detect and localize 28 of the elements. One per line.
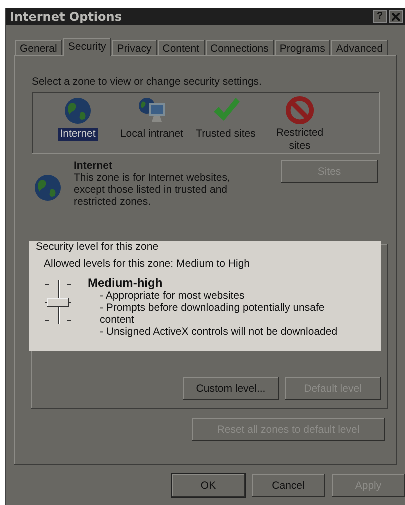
zone-item[interactable]: Restricted sites <box>263 127 337 153</box>
tab[interactable]: Connections <box>206 40 274 55</box>
dialog-button[interactable]: Cancel <box>252 474 325 497</box>
tab[interactable]: Advanced <box>331 40 388 55</box>
globe-icon <box>62 95 94 127</box>
dialog-button[interactable]: OK <box>172 474 245 497</box>
tab[interactable]: General <box>15 40 62 55</box>
allowed-levels: Allowed levels for this zone: Medium to High <box>44 258 252 270</box>
level-description: - Unsigned ActiveX controls will not be downloaded <box>100 326 339 338</box>
tab[interactable]: Security <box>63 38 112 56</box>
level-description: - Appropriate for most websites <box>100 290 246 302</box>
level-name: Medium-high <box>88 276 164 290</box>
tab[interactable]: Privacy <box>112 40 157 55</box>
close-button[interactable] <box>389 10 403 23</box>
zone-title: Internet <box>74 160 114 172</box>
window-title: Internet Options <box>10 10 123 24</box>
globe-icon <box>32 172 64 204</box>
zone-item[interactable]: Trusted sites <box>194 128 258 141</box>
prohibited-icon <box>284 95 316 126</box>
zone-item[interactable]: Local intranet <box>118 128 186 141</box>
tab[interactable]: Programs <box>274 40 330 55</box>
help-button[interactable]: ? <box>373 10 387 23</box>
level-description: - Prompts before downloading potentially unsafe content <box>100 302 326 326</box>
zone-prompt: Select a zone to view or change security settings. <box>32 76 263 88</box>
zone-description: This zone is for Internet websites, except those listed in trusted and restricted zones. <box>74 172 232 208</box>
zone-item[interactable]: Internet <box>58 128 98 141</box>
custom-level-button[interactable]: Custom level... <box>183 377 279 400</box>
tab[interactable]: Content <box>158 40 205 55</box>
